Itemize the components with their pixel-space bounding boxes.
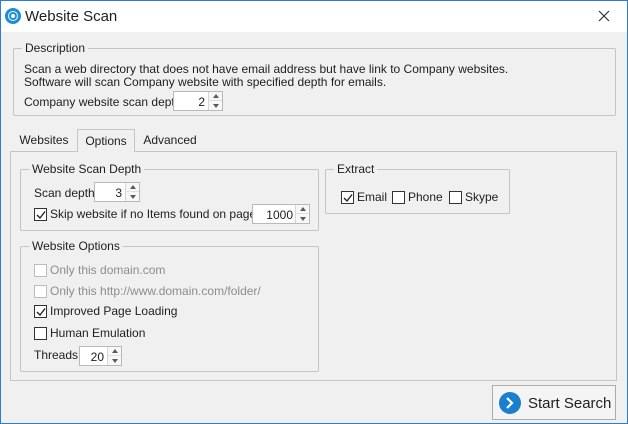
checkbox-box[interactable] (392, 190, 405, 204)
extract-legend: Extract (334, 162, 378, 176)
skip-pages-spinner[interactable]: 1000 (252, 204, 310, 224)
spin-down-button[interactable] (108, 356, 121, 365)
skype-label: Skype (465, 190, 499, 204)
spin-buttons (107, 347, 121, 365)
arrow-up-icon (111, 349, 118, 353)
skip-website-label: Skip website if no Items found on pages (50, 207, 263, 221)
skype-checkbox[interactable]: Skype (449, 190, 498, 204)
spin-up-button[interactable] (126, 183, 139, 192)
website-options-legend: Website Options (29, 239, 123, 253)
options-tab-panel: Website Scan Depth Scan depth 3 Skip web… (10, 151, 617, 381)
checkbox-box[interactable] (34, 263, 47, 277)
tab-websites[interactable]: Websites (13, 129, 75, 151)
company-depth-label: Company website scan depth (24, 95, 182, 109)
spin-down-button[interactable] (296, 214, 309, 223)
arrow-down-icon (299, 216, 306, 221)
phone-checkbox[interactable]: Phone (392, 190, 443, 204)
spin-buttons (295, 205, 309, 223)
description-line-2: Software will scan Company website with … (24, 75, 387, 89)
company-depth-value[interactable]: 2 (174, 95, 205, 109)
spin-up-button[interactable] (108, 347, 121, 356)
description-group: Description Scan a web directory that do… (13, 41, 616, 116)
skip-website-checkbox[interactable]: Skip website if no Items found on pages (34, 207, 262, 221)
tab-advanced[interactable]: Advanced (137, 129, 203, 151)
extract-group: Extract Email Phone Skype (325, 162, 510, 214)
description-line-1: Scan a web directory that does not have … (24, 62, 509, 76)
arrow-down-icon (212, 103, 219, 108)
email-label: Email (357, 190, 388, 204)
spin-down-button[interactable] (209, 101, 222, 110)
human-emulation-label: Human Emulation (50, 326, 146, 340)
window-title: Website Scan (25, 8, 118, 25)
website-scan-window: Website Scan Description Scan a web dire… (0, 0, 628, 424)
checkmark-icon (343, 193, 353, 202)
only-folder-checkbox[interactable]: Only this http://www.domain.com/folder/ (34, 284, 261, 298)
only-domain-label: Only this domain.com (50, 263, 166, 277)
description-legend: Description (22, 41, 89, 55)
spin-buttons (125, 183, 139, 201)
checkbox-box[interactable] (449, 190, 462, 204)
scan-depth-label: Scan depth (34, 186, 95, 200)
threads-spinner[interactable]: 20 (79, 346, 122, 366)
start-search-button[interactable]: Start Search (492, 385, 616, 420)
skip-pages-value[interactable]: 1000 (253, 208, 293, 222)
company-depth-spinner[interactable]: 2 (173, 91, 223, 111)
arrow-up-icon (299, 207, 306, 211)
arrow-down-icon (111, 358, 118, 363)
improved-loading-label: Improved Page Loading (50, 304, 178, 318)
tab-options[interactable]: Options (77, 129, 135, 152)
checkbox-box[interactable] (34, 284, 47, 298)
only-domain-checkbox[interactable]: Only this domain.com (34, 263, 165, 277)
only-folder-label: Only this http://www.domain.com/folder/ (50, 284, 261, 298)
phone-label: Phone (408, 190, 443, 204)
scan-depth-group: Website Scan Depth Scan depth 3 Skip web… (20, 162, 319, 231)
close-button[interactable] (587, 1, 621, 31)
spin-down-button[interactable] (126, 192, 139, 201)
checkbox-box[interactable] (34, 326, 47, 340)
website-options-group: Website Options Only this domain.com Onl… (20, 239, 319, 372)
checkmark-icon (36, 307, 46, 316)
threads-label: Threads (34, 348, 79, 362)
app-logo-icon (5, 8, 21, 24)
improved-loading-checkbox[interactable]: Improved Page Loading (34, 304, 177, 318)
checkbox-box[interactable] (34, 304, 47, 318)
scan-depth-legend: Website Scan Depth (29, 162, 145, 176)
chevron-right-icon (499, 392, 521, 414)
close-icon (598, 10, 610, 22)
spin-up-button[interactable] (209, 92, 222, 101)
scan-depth-value[interactable]: 3 (95, 186, 122, 200)
arrow-down-icon (129, 194, 136, 199)
arrow-up-icon (212, 94, 219, 98)
scan-depth-spinner[interactable]: 3 (94, 182, 140, 202)
human-emulation-checkbox[interactable]: Human Emulation (34, 326, 145, 340)
start-search-label: Start Search (528, 395, 612, 412)
checkmark-icon (36, 210, 46, 219)
arrow-up-icon (129, 185, 136, 189)
threads-value[interactable]: 20 (80, 350, 104, 364)
checkbox-box[interactable] (341, 190, 354, 204)
spin-buttons (208, 92, 222, 110)
email-checkbox[interactable]: Email (341, 190, 387, 204)
title-bar: Website Scan (1, 1, 627, 32)
checkbox-box[interactable] (34, 207, 47, 221)
spin-up-button[interactable] (296, 205, 309, 214)
